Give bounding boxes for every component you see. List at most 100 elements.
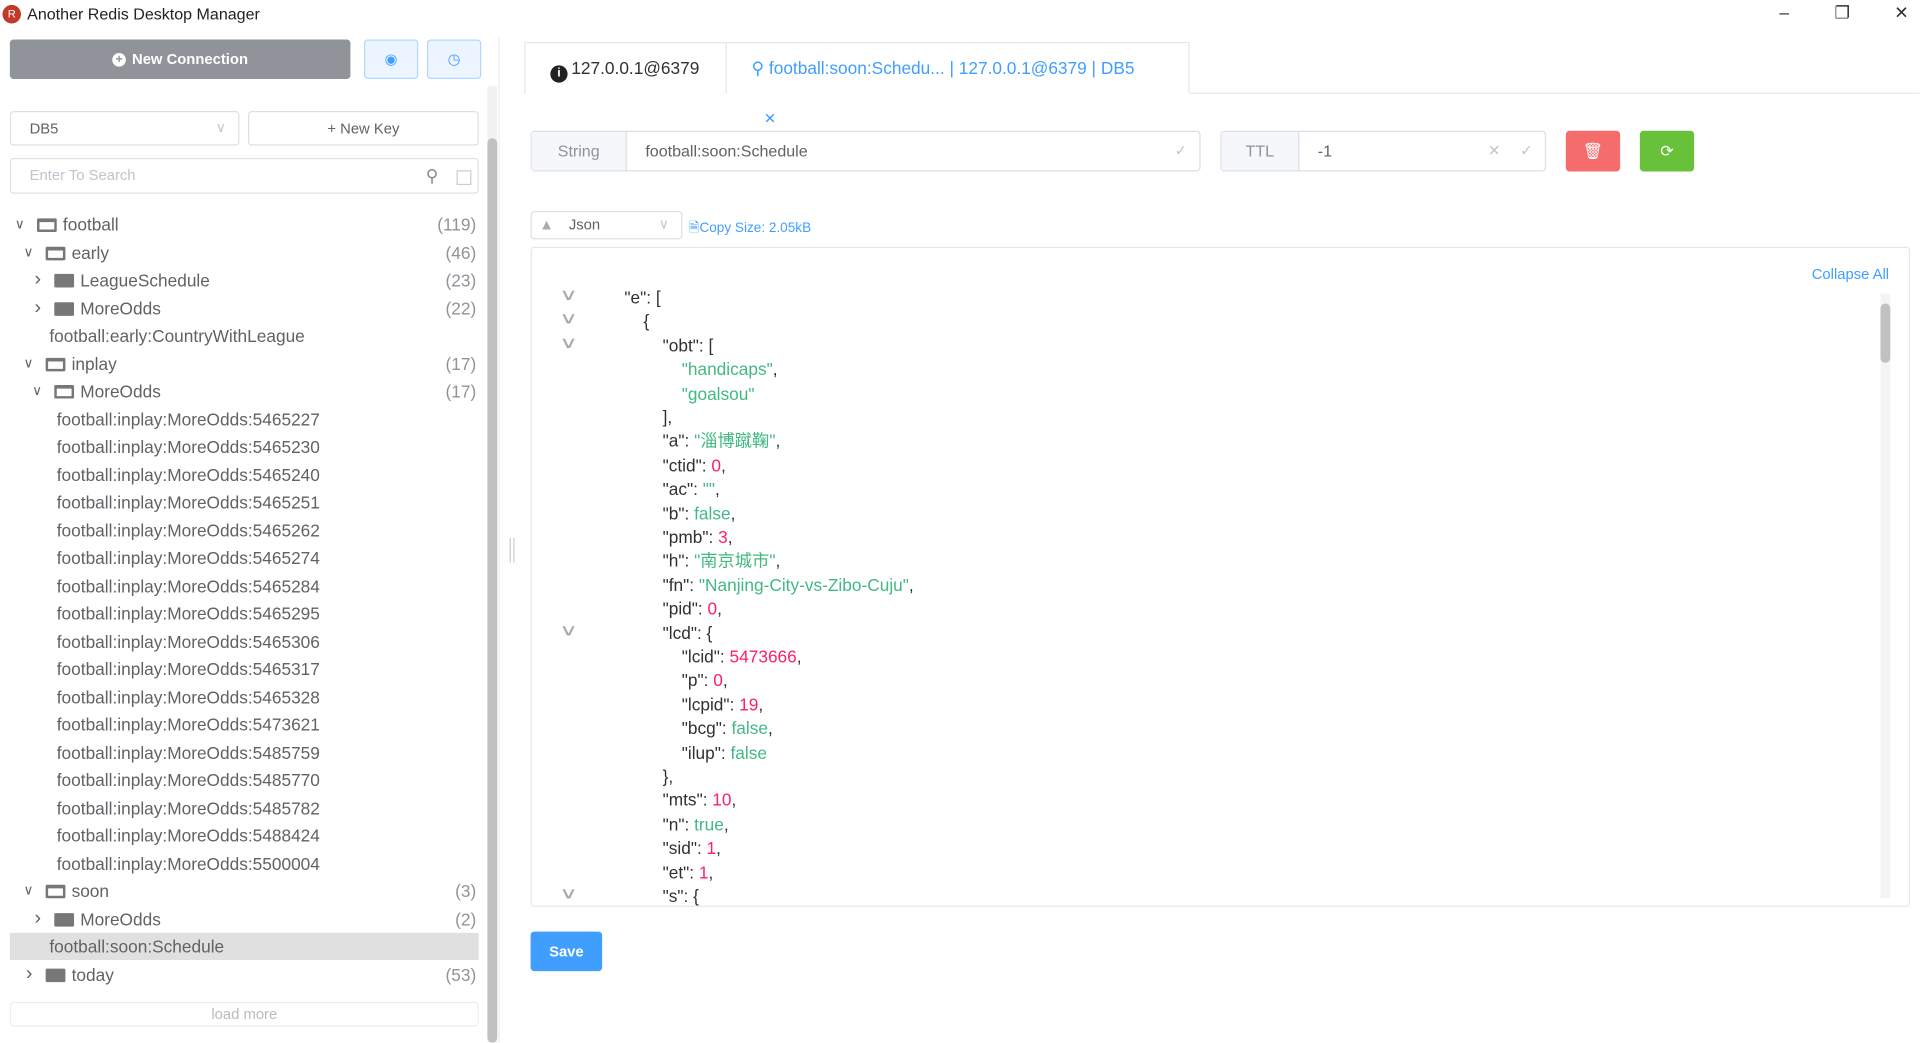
chevron-right-icon[interactable]: › [26, 961, 41, 988]
tree-folder-item[interactable]: ∨ early (46) [10, 239, 479, 266]
tree-folder-item[interactable]: › MoreOdds (2) [10, 905, 479, 932]
json-content: "lcid": 5473666, [682, 645, 802, 668]
chevron-down-icon[interactable]: ∨ [32, 378, 47, 405]
confirm-rename-icon[interactable]: ✓ [1175, 132, 1187, 170]
fold-chevron-icon[interactable]: ∨ [559, 881, 578, 904]
ttl-input[interactable]: -1 ✕ ✓ [1299, 132, 1545, 170]
chevron-down-icon[interactable]: ∨ [23, 239, 38, 266]
sidebar-scrollbar-thumb[interactable] [487, 138, 498, 1043]
chevron-down-icon[interactable]: ∨ [15, 211, 30, 238]
minimize-icon[interactable]: – [1772, 2, 1797, 22]
tree-key-item[interactable]: football:inplay:MoreOdds:5465306 [10, 627, 479, 654]
json-content: "et": 1, [663, 861, 714, 884]
tree-key-item[interactable]: football:inplay:MoreOdds:5465274 [10, 544, 479, 571]
json-punct: , [708, 861, 714, 882]
tree-key-item[interactable]: football:inplay:MoreOdds:5465251 [10, 489, 479, 516]
editor-scrollbar-thumb[interactable] [1880, 303, 1891, 363]
load-more-button[interactable]: load more [9, 1001, 479, 1027]
json-key: "sid": [662, 838, 707, 858]
json-key: "ctid": [662, 455, 712, 475]
chevron-right-icon[interactable]: › [35, 267, 50, 294]
history-button[interactable]: ◷ [426, 39, 482, 79]
key-name-input[interactable]: football:soon:Schedule ✓ [627, 132, 1200, 170]
close-tab-icon[interactable]: ✕ [764, 110, 776, 127]
new-key-button[interactable]: + New Key [248, 111, 479, 146]
tree-folder-item[interactable]: ∨ soon (3) [10, 877, 479, 904]
json-content: "mts": 10, [663, 789, 737, 812]
tree-folder-item[interactable]: ∨ inplay (17) [10, 350, 479, 377]
json-value: { [693, 885, 699, 906]
chevron-down-icon[interactable]: ∨ [23, 350, 38, 377]
tree-item-label: football:inplay:MoreOdds:5465306 [56, 631, 320, 651]
tree-folder-item[interactable]: › MoreOdds (22) [10, 294, 479, 321]
tree-key-item[interactable]: football:inplay:MoreOdds:5465317 [10, 655, 479, 682]
delete-key-button[interactable]: 🗑 [1565, 130, 1621, 172]
clock-icon: ◷ [447, 50, 461, 68]
collapse-all-link[interactable]: Collapse All [1812, 265, 1889, 282]
json-content: { [643, 310, 649, 333]
tree-key-item[interactable]: football:inplay:MoreOdds:5465328 [10, 683, 479, 710]
clear-icon[interactable]: ✕ [1488, 132, 1500, 170]
search-input[interactable]: Enter To Search ⚲ [9, 157, 479, 194]
tree-key-item[interactable]: football:inplay:MoreOdds:5465262 [10, 516, 479, 543]
refresh-button[interactable]: ⟳ [1639, 130, 1695, 172]
copy-icon: 🗎 [688, 220, 700, 236]
save-button[interactable]: Save [530, 931, 603, 972]
fold-chevron-icon[interactable]: ∨ [559, 283, 578, 306]
new-connection-button[interactable]: + New Connection [9, 39, 351, 79]
viewer-icon: ▲ [539, 215, 554, 234]
tree-folder-item[interactable]: ∨ football (119) [10, 211, 479, 238]
copy-link[interactable]: 🗎Copy Size: 2.05kB [689, 217, 812, 240]
json-content: "s": { [663, 885, 699, 906]
format-select[interactable]: ▲ Json ∨ [530, 210, 683, 240]
fold-chevron-icon[interactable]: ∨ [559, 618, 578, 641]
tree-item-label: football:early:CountryWithLeague [49, 325, 305, 346]
tree-folder-item[interactable]: › today (53) [10, 961, 479, 988]
json-value: false [694, 502, 731, 523]
folder-icon [54, 301, 75, 316]
tree-item-label: early [71, 242, 110, 263]
json-content: "b": false, [663, 502, 736, 525]
fold-chevron-icon[interactable]: ∨ [559, 330, 578, 353]
json-key: "lcid": [681, 646, 730, 667]
fold-chevron-icon[interactable]: ∨ [559, 306, 578, 329]
json-editor[interactable]: Collapse All ∨ "e": [∨{∨ "obt": ["handicap… [530, 246, 1911, 907]
json-key: "mts": [662, 790, 713, 810]
tree-key-item[interactable]: football:inplay:MoreOdds:5465295 [10, 600, 479, 627]
tree-folder-item[interactable]: ∨ MoreOdds (17) [10, 378, 479, 405]
tree-folder-item[interactable]: › LeagueSchedule (23) [10, 267, 479, 294]
db-select[interactable]: DB5 ∨ [9, 111, 240, 146]
confirm-ttl-icon[interactable]: ✓ [1520, 132, 1532, 170]
tree-key-item[interactable]: football:inplay:MoreOdds:5465240 [10, 461, 479, 488]
search-icon[interactable]: ⚲ [426, 159, 439, 192]
settings-button[interactable]: ◉ [364, 39, 419, 79]
tree-key-item[interactable]: football:inplay:MoreOdds:5488424 [10, 822, 479, 849]
tab-connection-info[interactable]: i 127.0.0.1@6379 [524, 41, 727, 94]
tree-key-item[interactable]: football:inplay:MoreOdds:5465284 [10, 572, 479, 599]
exact-search-checkbox[interactable] [456, 170, 472, 186]
tree-key-item[interactable]: football:inplay:MoreOdds:5485759 [10, 738, 479, 765]
json-content: "obt": [ [663, 334, 714, 357]
tree-key-item[interactable]: football:inplay:MoreOdds:5465227 [10, 405, 479, 432]
json-punct: , [796, 646, 802, 667]
json-value: ], [662, 407, 673, 427]
restore-icon[interactable]: ❐ [1830, 2, 1855, 23]
tree-key-item[interactable]: football:soon:Schedule [9, 932, 479, 960]
plus-icon: + [327, 119, 341, 137]
editor-scrollbar[interactable] [1880, 293, 1891, 899]
resize-handle[interactable] [509, 537, 515, 563]
tree-key-item[interactable]: football:inplay:MoreOdds:5465230 [10, 433, 479, 460]
chevron-right-icon[interactable]: › [35, 905, 50, 932]
chevron-down-icon[interactable]: ∨ [23, 877, 38, 904]
tree-key-item[interactable]: football:inplay:MoreOdds:5485782 [10, 794, 479, 821]
json-key: "e": [624, 287, 656, 308]
tree-key-item[interactable]: football:early:CountryWithLeague [10, 322, 479, 349]
close-window-icon[interactable]: ✕ [1889, 2, 1914, 23]
chevron-right-icon[interactable]: › [35, 294, 50, 321]
tab-key-detail[interactable]: ⚲ football:soon:Schedu... | 127.0.0.1@63… [725, 41, 1190, 127]
json-key: "b": [662, 502, 695, 523]
tree-key-item[interactable]: football:inplay:MoreOdds:5473621 [10, 711, 479, 738]
tree-key-item[interactable]: football:inplay:MoreOdds:5485770 [10, 766, 479, 793]
tree-key-item[interactable]: football:inplay:MoreOdds:5500004 [10, 850, 479, 877]
json-value: 10 [712, 790, 732, 810]
